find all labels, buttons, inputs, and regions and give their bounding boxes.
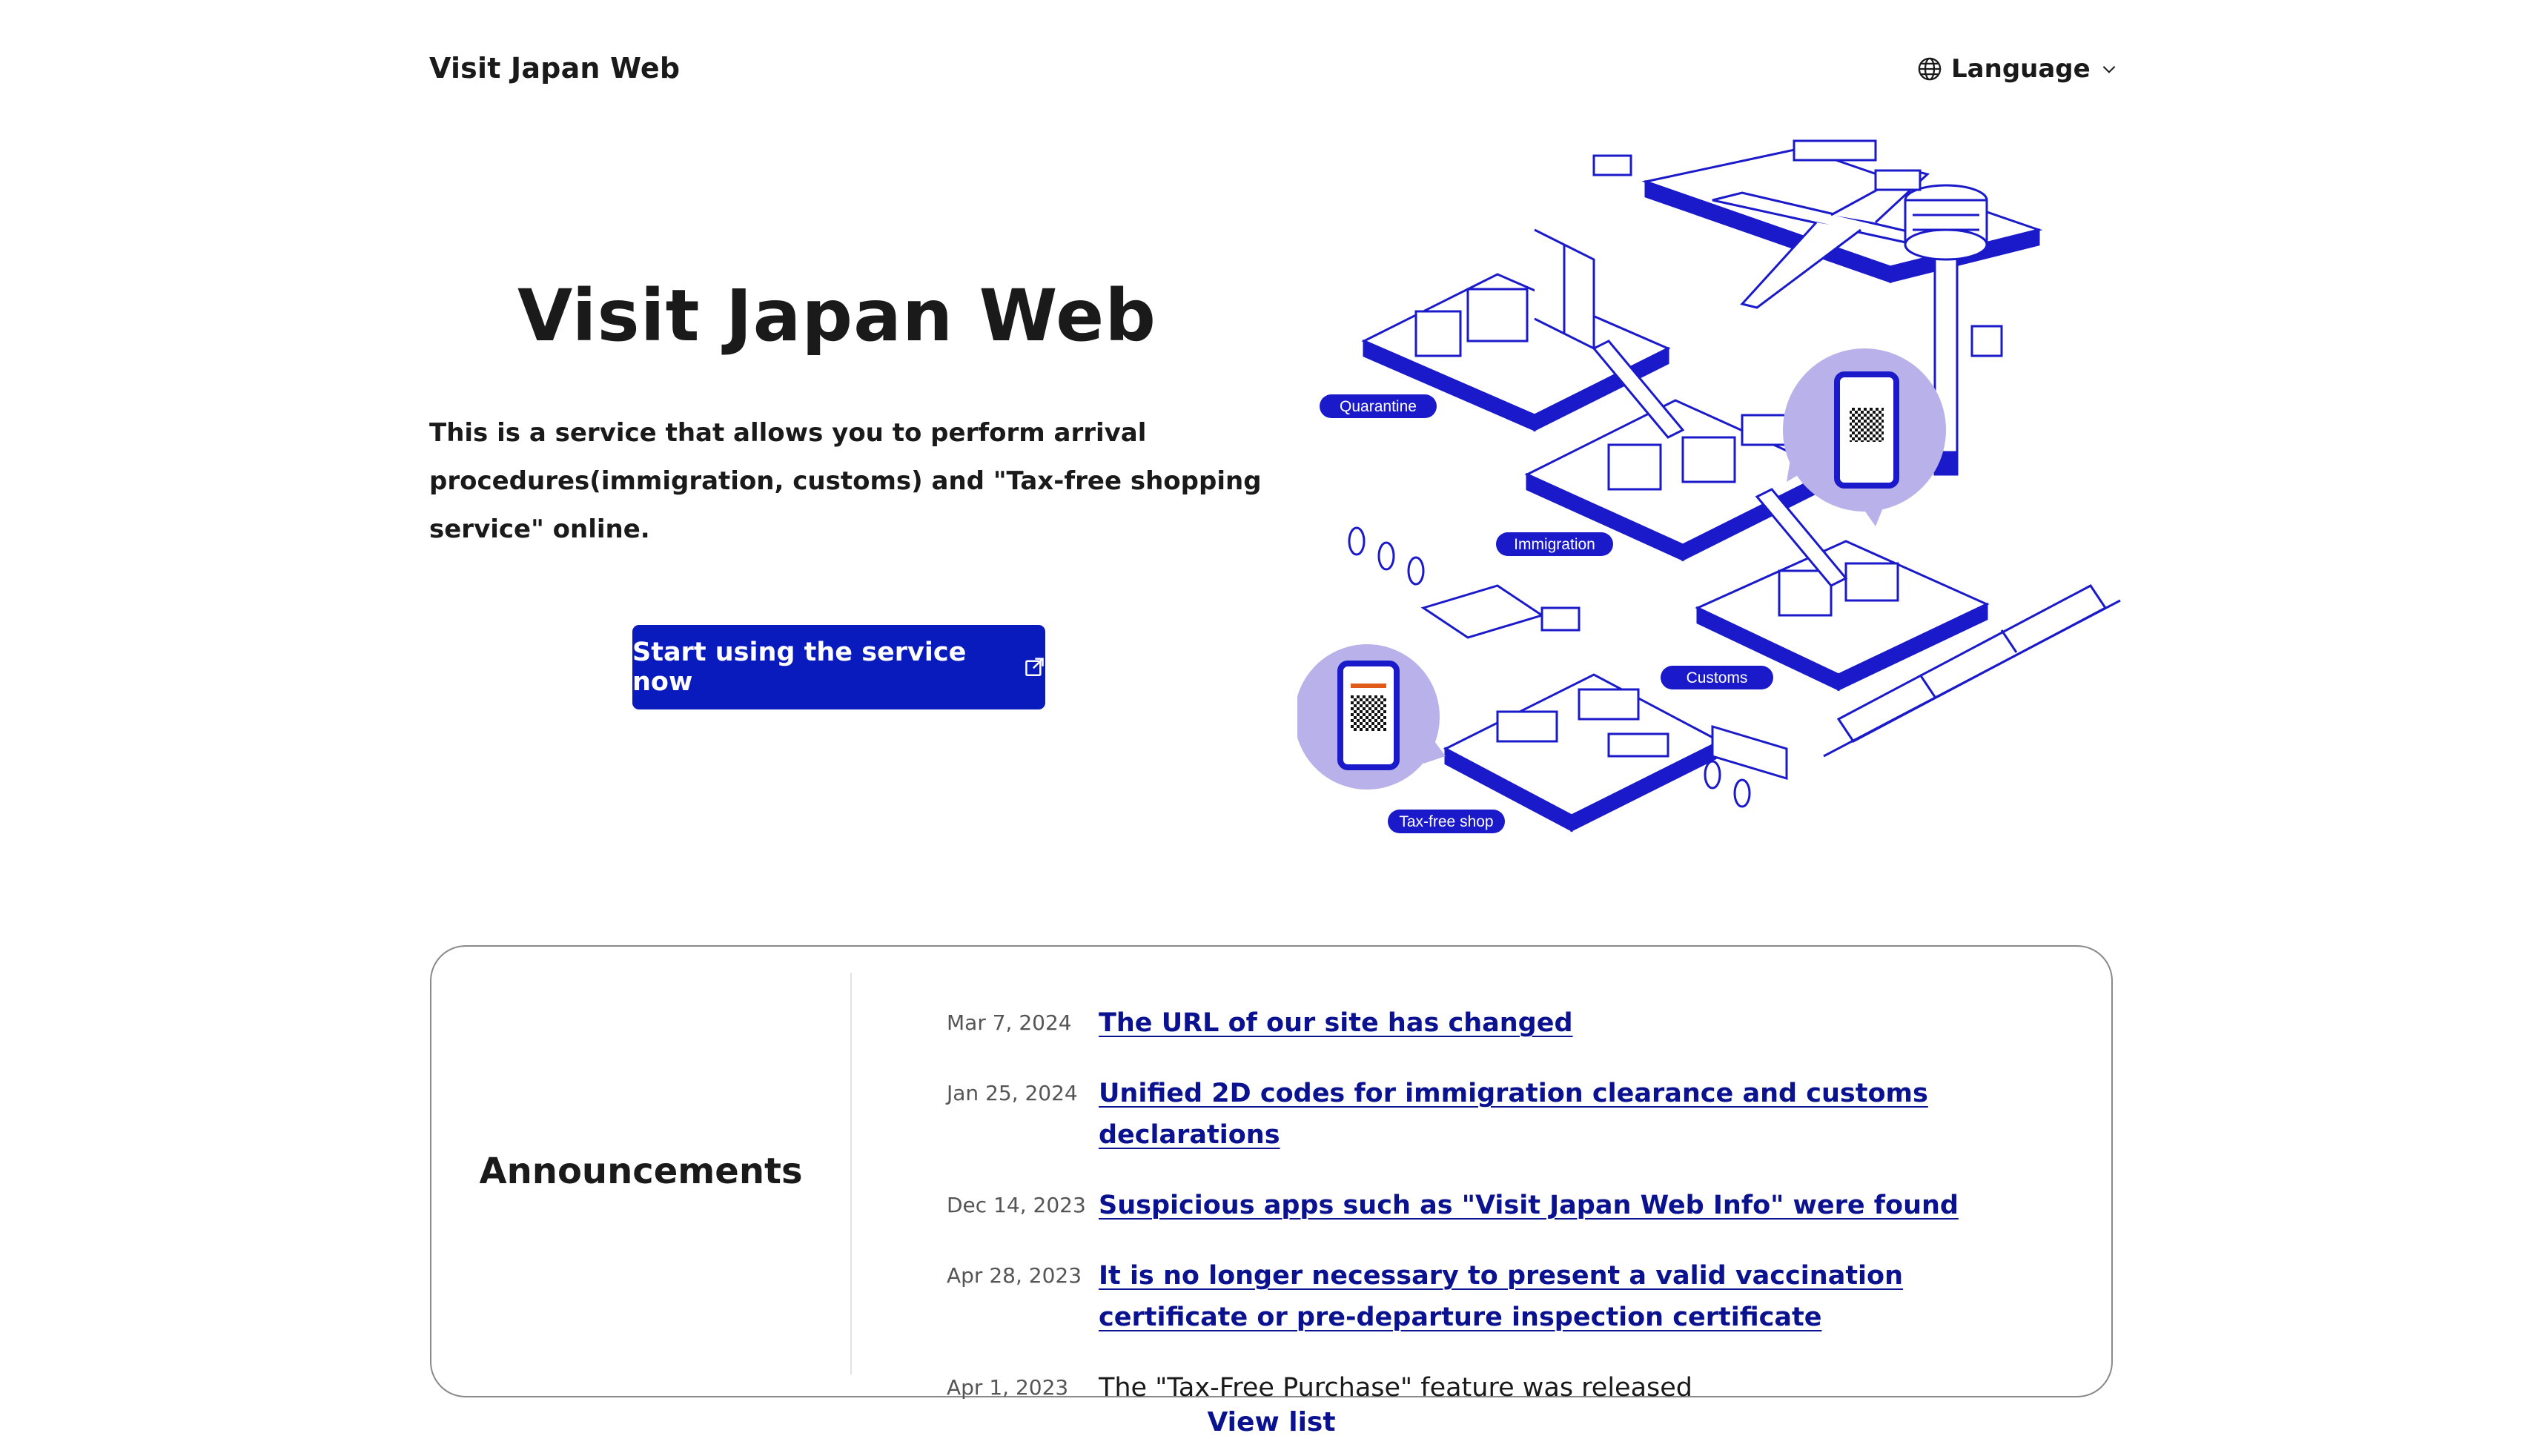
chevron-down-icon	[2102, 66, 2115, 73]
label-customs: Customs	[1687, 669, 1748, 686]
announcement-link[interactable]: The URL of our site has changed	[1099, 1002, 1573, 1044]
label-quarantine: Quarantine	[1340, 398, 1417, 415]
external-link-icon	[1025, 658, 1044, 676]
language-label: Language	[1951, 54, 2091, 84]
announcement-date: Apr 1, 2023	[947, 1375, 1069, 1400]
announcement-item: Mar 7, 2024 The URL of our site has chan…	[947, 1002, 2044, 1044]
label-tax-free-shop: Tax-free shop	[1399, 813, 1493, 830]
start-service-label: Start using the service now	[632, 638, 967, 697]
announcement-date: Dec 14, 2023	[947, 1193, 1086, 1217]
announcement-link[interactable]: Unified 2D codes for immigration clearan…	[1099, 1073, 2044, 1156]
announcement-item: Jan 25, 2024 Unified 2D codes for immigr…	[947, 1073, 2044, 1156]
hero-title: Visit Japan Web	[517, 274, 1156, 357]
announcement-item: Apr 1, 2023 The "Tax-Free Purchase" feat…	[947, 1367, 2044, 1409]
announcements-heading: Announcements	[479, 1151, 803, 1192]
announcement-item: Dec 14, 2023 Suspicious apps such as "Vi…	[947, 1185, 2044, 1226]
hero-description: This is a service that allows you to per…	[429, 418, 1262, 544]
announcements-card: Announcements Mar 7, 2024 The URL of our…	[430, 945, 2113, 1403]
announcements-list: Mar 7, 2024 The URL of our site has chan…	[947, 1002, 2044, 1437]
announcement-text: The "Tax-Free Purchase" feature was rele…	[1099, 1373, 1693, 1403]
announcement-date: Mar 7, 2024	[947, 1010, 1072, 1035]
language-selector[interactable]: Language	[1917, 50, 2119, 87]
airport-illustration: Quarantine Immigration Customs Tax-free …	[1297, 139, 2121, 833]
announcement-link[interactable]: Suspicious apps such as "Visit Japan Web…	[1099, 1185, 1959, 1226]
globe-icon	[1918, 57, 1942, 81]
site-logo[interactable]: Visit Japan Web	[429, 52, 680, 85]
announcement-item: Apr 28, 2023 It is no longer necessary t…	[947, 1255, 2044, 1338]
label-immigration: Immigration	[1514, 536, 1595, 553]
announcement-link[interactable]: It is no longer necessary to present a v…	[1099, 1255, 2044, 1338]
start-service-button[interactable]: Start using the service now	[632, 625, 1045, 709]
announcement-date: Apr 28, 2023	[947, 1263, 1082, 1288]
announcement-date: Jan 25, 2024	[947, 1081, 1078, 1105]
view-list-link[interactable]: View list	[1186, 1407, 1357, 1437]
divider	[850, 973, 852, 1374]
page: Visit Japan Web Language Visit Japan Web…	[0, 0, 2522, 1456]
